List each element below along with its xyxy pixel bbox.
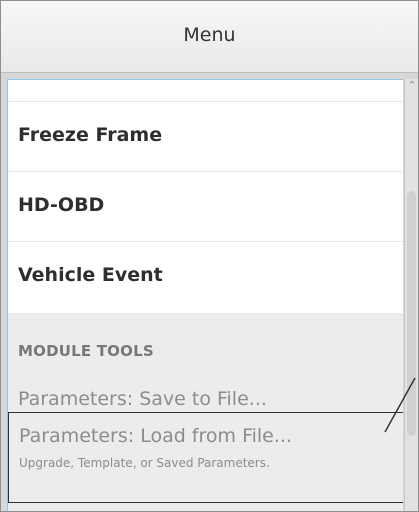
menu-item-load-parameters-title: Parameters: Load from File... bbox=[19, 425, 292, 447]
menu-header: Menu bbox=[1, 1, 418, 73]
menu-item-vehicle-event[interactable]: Vehicle Event bbox=[8, 242, 403, 314]
menu-item-load-parameters[interactable]: Parameters: Load from File... Upgrade, T… bbox=[8, 412, 403, 503]
menu-item-label: Freeze Frame bbox=[18, 124, 163, 146]
menu-item-label: Vehicle Event bbox=[18, 264, 163, 286]
menu-item-freeze-frame[interactable]: Freeze Frame bbox=[8, 102, 403, 172]
menu-window: Menu Freeze Frame HD-OBD Vehicle Event M… bbox=[0, 0, 419, 512]
page-title: Menu bbox=[183, 24, 236, 46]
menu-item-top-partial[interactable] bbox=[8, 80, 403, 102]
chevron-up-icon[interactable]: ⌃ bbox=[407, 80, 417, 91]
scrollbar-thumb[interactable] bbox=[407, 191, 416, 436]
vertical-scrollbar[interactable]: ⌃ bbox=[404, 79, 418, 511]
menu-list[interactable]: Freeze Frame HD-OBD Vehicle Event MODULE… bbox=[7, 79, 403, 511]
menu-item-hd-obd[interactable]: HD-OBD bbox=[8, 172, 403, 242]
menu-item-label: HD-OBD bbox=[18, 194, 105, 216]
menu-item-load-parameters-subtitle: Upgrade, Template, or Saved Parameters. bbox=[19, 456, 270, 470]
section-title-module-tools: MODULE TOOLS bbox=[18, 342, 154, 360]
menu-item-save-parameters[interactable]: Parameters: Save to File... bbox=[18, 388, 267, 410]
